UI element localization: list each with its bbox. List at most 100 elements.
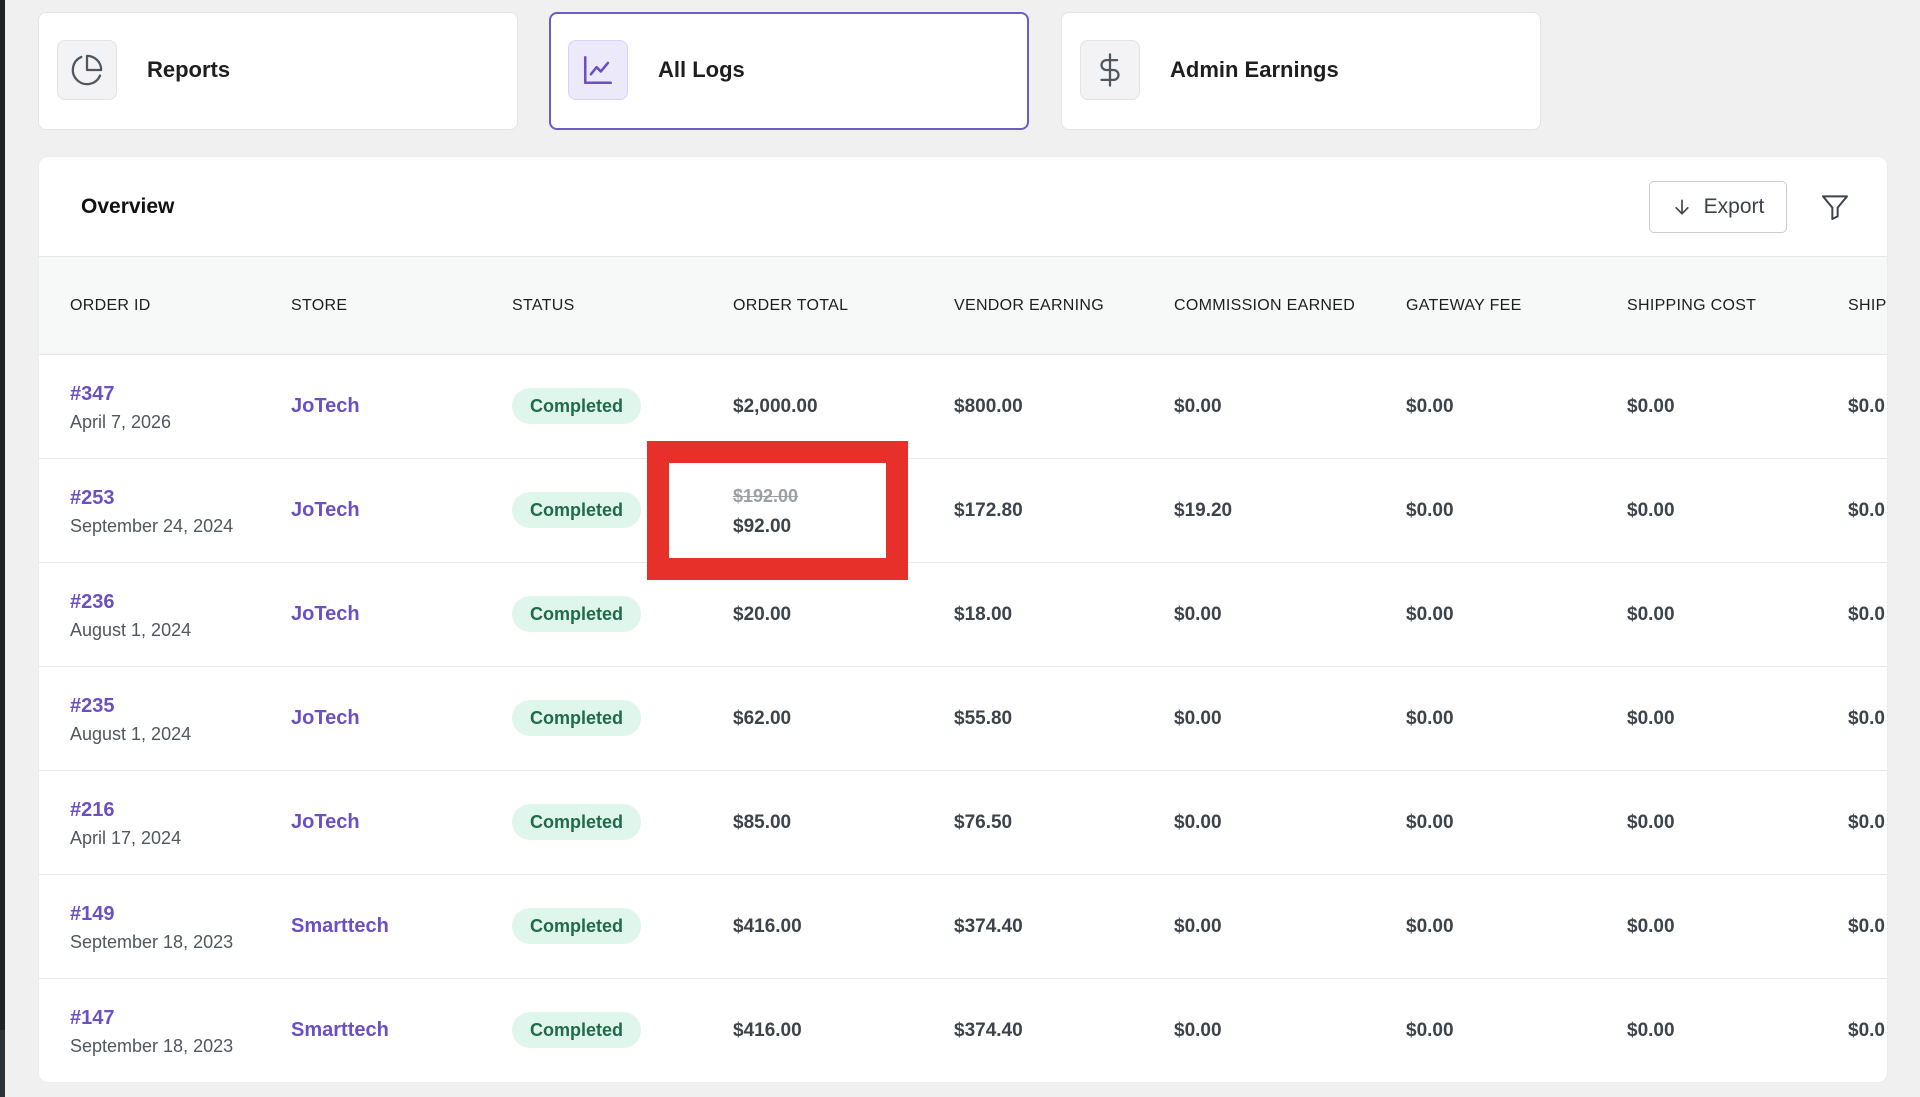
store-link[interactable]: Smarttech — [291, 915, 389, 938]
vendor-earning: $172.80 — [954, 500, 1023, 521]
gateway-fee: $0.00 — [1406, 604, 1454, 625]
col-gateway-fee[interactable]: Gateway Fee — [1406, 297, 1522, 315]
col-commission-earned[interactable]: Commission Earned — [1174, 297, 1355, 315]
store-link[interactable]: JoTech — [291, 603, 360, 626]
col-status[interactable]: Status — [512, 297, 575, 315]
gateway-fee: $0.00 — [1406, 916, 1454, 937]
order-date: September 18, 2023 — [70, 1036, 234, 1056]
ship-truncated: $0.0 — [1848, 1020, 1885, 1041]
store-link[interactable]: JoTech — [291, 395, 360, 418]
table-row: #149 September 18, 2023 Smarttech Completed… — [39, 875, 1887, 979]
status-badge: Completed — [512, 908, 642, 944]
gateway-fee: $0.00 — [1406, 708, 1454, 729]
vendor-earning: $374.40 — [954, 916, 1023, 937]
order-date: August 1, 2024 — [70, 724, 192, 744]
order-total: $416.00 — [733, 1020, 802, 1041]
arrow-down-icon — [1674, 199, 1689, 215]
order-id-link[interactable]: #147 — [70, 1007, 115, 1030]
commission-earned: $0.00 — [1174, 916, 1222, 937]
store-link[interactable]: JoTech — [291, 811, 360, 834]
gateway-fee: $0.00 — [1406, 1020, 1454, 1041]
status-badge: Completed — [512, 388, 642, 424]
order-date: September 18, 2023 — [70, 932, 234, 952]
shipping-cost: $0.00 — [1627, 916, 1675, 937]
col-shipping-cost[interactable]: Shipping Cost — [1627, 297, 1756, 315]
tab-all-logs[interactable]: All Logs — [549, 12, 1029, 130]
export-label: Export — [1703, 195, 1765, 218]
gateway-fee: $0.00 — [1406, 812, 1454, 833]
order-total: $62.00 — [733, 708, 792, 729]
col-store[interactable]: Store — [291, 297, 347, 315]
gateway-fee: $0.00 — [1406, 396, 1454, 417]
order-date: September 24, 2024 — [70, 516, 234, 536]
col-vendor-earning[interactable]: Vendor Earning — [954, 297, 1104, 315]
table-row: #147 September 18, 2023 Smarttech Completed… — [39, 979, 1887, 1082]
ship-truncated: $0.0 — [1848, 812, 1885, 833]
status-badge: Completed — [512, 804, 642, 840]
order-total: $2,000.00 — [733, 396, 818, 417]
ship-truncated: $0.0 — [1848, 708, 1885, 729]
shipping-cost: $0.00 — [1627, 500, 1675, 521]
vendor-earning: $76.50 — [954, 812, 1013, 833]
tab-reports[interactable]: Reports — [38, 12, 518, 130]
shipping-cost: $0.00 — [1627, 708, 1675, 729]
store-link[interactable]: Smarttech — [291, 1019, 389, 1042]
order-date: April 17, 2024 — [70, 828, 182, 848]
order-id-link[interactable]: #235 — [70, 695, 115, 718]
store-link[interactable]: JoTech — [291, 707, 360, 730]
commission-earned: $0.00 — [1174, 1020, 1222, 1041]
table-row: #236 August 1, 2024 JoTech Completed $20.00 $… — [39, 563, 1887, 667]
vendor-earning: $55.80 — [954, 708, 1013, 729]
shipping-cost: $0.00 — [1627, 604, 1675, 625]
order-id-link[interactable]: #236 — [70, 591, 115, 614]
order-id-link[interactable]: #253 — [70, 487, 115, 510]
overview-panel: Overview Export Order ID Store Status Or… — [38, 156, 1888, 1083]
shipping-cost: $0.00 — [1627, 1020, 1675, 1041]
pie-chart-icon — [57, 40, 117, 100]
tab-admin-earnings[interactable]: Admin Earnings — [1061, 12, 1541, 130]
vendor-earning: $374.40 — [954, 1020, 1023, 1041]
status-badge: Completed — [512, 596, 642, 632]
export-button[interactable]: Export — [1649, 181, 1787, 233]
shipping-cost: $0.00 — [1627, 396, 1675, 417]
tab-reports-label: Reports — [147, 57, 231, 82]
order-id-link[interactable]: #149 — [70, 903, 115, 926]
vendor-earning: $18.00 — [954, 604, 1013, 625]
commission-earned: $0.00 — [1174, 604, 1222, 625]
order-date: August 1, 2024 — [70, 620, 192, 640]
ship-truncated: $0.0 — [1848, 396, 1885, 417]
order-total: $92.00 — [733, 516, 792, 537]
gateway-fee: $0.00 — [1406, 500, 1454, 521]
order-total: $85.00 — [733, 812, 792, 833]
order-date: April 7, 2026 — [70, 412, 172, 432]
window-edge — [0, 0, 5, 1097]
col-order-total[interactable]: Order Total — [733, 297, 848, 315]
table-row: #347 April 7, 2026 JoTech Completed $2,000.0… — [39, 355, 1887, 459]
commission-earned: $19.20 — [1174, 500, 1233, 521]
col-order-id[interactable]: Order ID — [70, 297, 151, 315]
table-row: #216 April 17, 2024 JoTech Completed $85.00 $… — [39, 771, 1887, 875]
shipping-cost: $0.00 — [1627, 812, 1675, 833]
order-id-link[interactable]: #216 — [70, 799, 115, 822]
order-id-link[interactable]: #347 — [70, 383, 115, 406]
line-chart-icon — [568, 40, 628, 100]
table-row: #235 August 1, 2024 JoTech Completed $62.00 $… — [39, 667, 1887, 771]
col-ship-truncated[interactable]: Ship — [1848, 297, 1887, 315]
ship-truncated: $0.0 — [1848, 604, 1885, 625]
filter-icon — [1822, 195, 1848, 220]
ship-truncated: $0.0 — [1848, 500, 1885, 521]
status-badge: Completed — [512, 1012, 642, 1048]
status-badge: Completed — [512, 492, 642, 528]
status-badge: Completed — [512, 700, 642, 736]
commission-earned: $0.00 — [1174, 396, 1222, 417]
vendor-earning: $800.00 — [954, 396, 1023, 417]
commission-earned: $0.00 — [1174, 812, 1222, 833]
ship-truncated: $0.0 — [1848, 916, 1885, 937]
panel-header: Overview Export — [39, 157, 1887, 257]
filter-button[interactable] — [1815, 187, 1855, 227]
store-link[interactable]: JoTech — [291, 499, 360, 522]
commission-earned: $0.00 — [1174, 708, 1222, 729]
table-header: Order ID Store Status Order Total Vendor… — [39, 257, 1887, 355]
order-total: $20.00 — [733, 604, 792, 625]
tab-all-logs-label: All Logs — [658, 57, 745, 82]
